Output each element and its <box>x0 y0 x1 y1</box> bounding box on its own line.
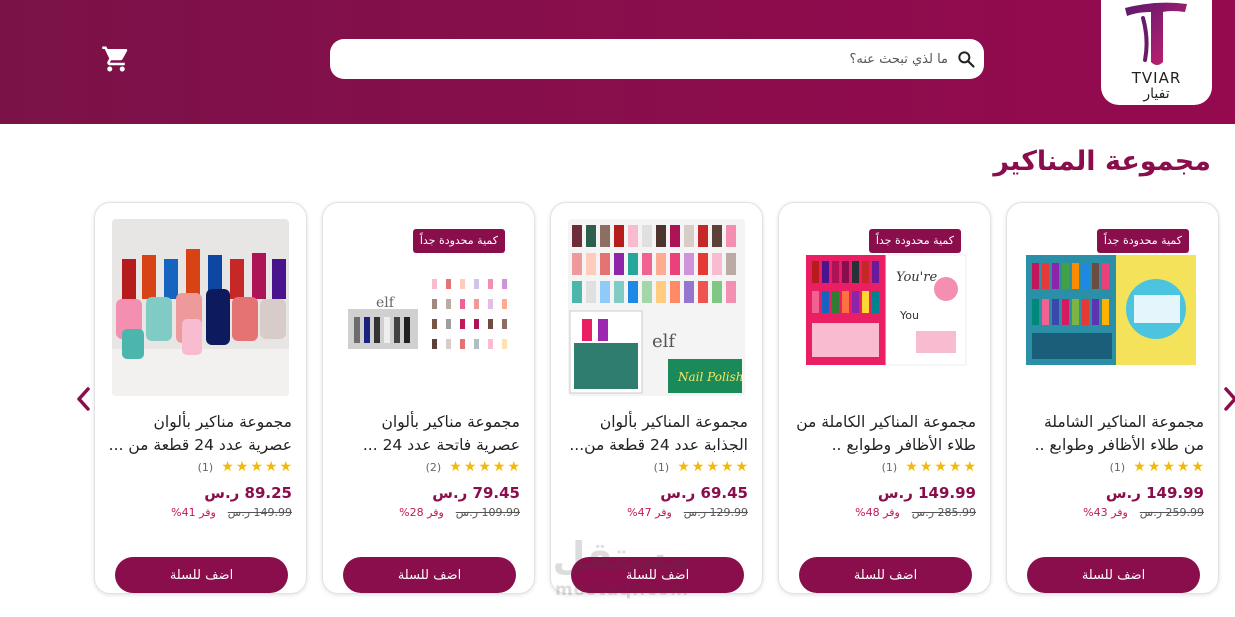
section-title: مجموعة المناكير <box>993 146 1211 177</box>
product-card[interactable]: مجموعة مناكير بألوان عصرية عدد 24 قطعة م… <box>94 202 307 594</box>
star-icon: ★ <box>1176 459 1190 475</box>
saving-percent: وفر 41% <box>171 506 216 519</box>
old-price: 285.99 ر.س <box>911 506 976 519</box>
price-details: 259.99 ر.س وفر 43% <box>1083 506 1204 519</box>
old-price: 259.99 ر.س <box>1139 506 1204 519</box>
watermark: مستقل mostaql.com <box>542 534 702 606</box>
star-icon: ★ <box>963 459 976 475</box>
product-title[interactable]: مجموعة المناكير الشاملة من طلاء الأظافر … <box>1019 411 1204 459</box>
star-icon: ★ <box>1133 459 1146 475</box>
product-price: 79.45 ر.س <box>432 484 520 502</box>
price-details: 109.99 ر.س وفر 28% <box>399 506 520 519</box>
star-icon: ★ <box>934 459 947 475</box>
star-icon: ★ <box>677 459 690 475</box>
star-icon: ★ <box>235 459 249 475</box>
rating-count: (1) <box>197 460 214 474</box>
watermark-arabic: مستقل <box>552 534 692 578</box>
star-icon: ★ <box>264 459 278 475</box>
star-icon: ★ <box>706 459 719 475</box>
product-image[interactable] <box>112 219 289 396</box>
old-price: 129.99 ر.س <box>683 506 748 519</box>
product-price: 149.99 ر.س <box>877 484 976 502</box>
star-icon: ★ <box>919 459 933 475</box>
logo[interactable]: TVIAR تفيار <box>1101 0 1212 105</box>
product-rating: ★ ★ ★ ★ ★ (1) <box>198 459 292 475</box>
saving-percent: وفر 28% <box>399 506 444 519</box>
chevron-left-icon[interactable] <box>75 386 93 412</box>
product-title[interactable]: مجموعة المناكير الكاملة من طلاء الأظافر … <box>791 411 976 459</box>
watermark-latin: mostaql.com <box>554 580 690 600</box>
star-icon: ★ <box>463 459 477 475</box>
star-icon: ★ <box>507 459 520 475</box>
saving-percent: وفر 48% <box>855 506 900 519</box>
search-bar <box>330 39 984 79</box>
product-rating: ★ ★ ★ ★ ★ (1) <box>882 459 976 475</box>
rating-count: (1) <box>1109 460 1126 474</box>
rating-count: (1) <box>881 460 898 474</box>
product-price: 149.99 ر.س <box>1105 484 1204 502</box>
svg-text:You: You <box>899 309 919 322</box>
product-image[interactable]: elf Nail Polish <box>568 219 745 396</box>
chevron-right-icon[interactable] <box>1221 386 1235 412</box>
limited-stock-badge: كمية محدودة جداً <box>1096 229 1189 253</box>
old-price: 149.99 ر.س <box>227 506 292 519</box>
star-icon: ★ <box>478 459 491 475</box>
star-icon: ★ <box>720 459 734 475</box>
star-icon: ★ <box>948 459 962 475</box>
star-icon: ★ <box>691 459 705 475</box>
add-to-cart-button[interactable]: اضف للسلة <box>799 557 972 593</box>
site-header: TVIAR تفيار <box>0 0 1235 124</box>
star-icon: ★ <box>735 459 748 475</box>
star-icon: ★ <box>221 459 234 475</box>
search-icon[interactable] <box>956 49 976 69</box>
price-details: 285.99 ر.س وفر 48% <box>855 506 976 519</box>
add-to-cart-button[interactable]: اضف للسلة <box>343 557 516 593</box>
brand-latin: TVIAR <box>1131 69 1182 87</box>
product-price: 69.45 ر.س <box>660 484 748 502</box>
price-details: 129.99 ر.س وفر 47% <box>627 506 748 519</box>
saving-percent: وفر 43% <box>1083 506 1128 519</box>
rating-count: (2) <box>425 460 442 474</box>
product-rating: ★ ★ ★ ★ ★ (1) <box>1110 459 1204 475</box>
limited-stock-badge: كمية محدودة جداً <box>868 229 961 253</box>
product-title[interactable]: مجموعة مناكير بألوان عصرية فاتحة عدد 24 … <box>335 411 520 459</box>
star-icon: ★ <box>250 459 263 475</box>
product-card[interactable]: كمية محدودة جداً مجموعة المناكير الشاملة… <box>1006 202 1219 594</box>
old-price: 109.99 ر.س <box>455 506 520 519</box>
star-icon: ★ <box>905 459 918 475</box>
search-input[interactable] <box>346 47 948 71</box>
product-card[interactable]: You're You كمية محدودة جداً مجموعة المنا… <box>778 202 991 594</box>
svg-text:Nail Polish: Nail Polish <box>677 370 744 384</box>
star-icon: ★ <box>449 459 462 475</box>
svg-text:elf: elf <box>376 295 396 311</box>
product-price: 89.25 ر.س <box>204 484 292 502</box>
product-rating: ★ ★ ★ ★ ★ (1) <box>654 459 748 475</box>
product-rating: ★ ★ ★ ★ ★ (2) <box>426 459 520 475</box>
limited-stock-badge: كمية محدودة جداً <box>412 229 505 253</box>
star-icon: ★ <box>492 459 506 475</box>
star-icon: ★ <box>1147 459 1161 475</box>
star-icon: ★ <box>1191 459 1204 475</box>
add-to-cart-button[interactable]: اضف للسلة <box>115 557 288 593</box>
product-card[interactable]: elf كمية محدودة جداً مجموعة مناكير بألوا… <box>322 202 535 594</box>
add-to-cart-button[interactable]: اضف للسلة <box>1027 557 1200 593</box>
svg-text:You're: You're <box>896 270 937 285</box>
saving-percent: وفر 47% <box>627 506 672 519</box>
star-icon: ★ <box>1162 459 1175 475</box>
brand-arabic: تفيار <box>1143 86 1170 102</box>
star-icon: ★ <box>279 459 292 475</box>
product-title[interactable]: مجموعة المناكير بألوان الجذابة عدد 24 قط… <box>563 411 748 459</box>
logo-mark-icon <box>1125 2 1187 65</box>
product-title[interactable]: مجموعة مناكير بألوان عصرية عدد 24 قطعة م… <box>107 411 292 459</box>
rating-count: (1) <box>653 460 670 474</box>
cart-icon[interactable] <box>101 44 131 74</box>
svg-text:elf: elf <box>652 331 676 352</box>
price-details: 149.99 ر.س وفر 41% <box>171 506 292 519</box>
